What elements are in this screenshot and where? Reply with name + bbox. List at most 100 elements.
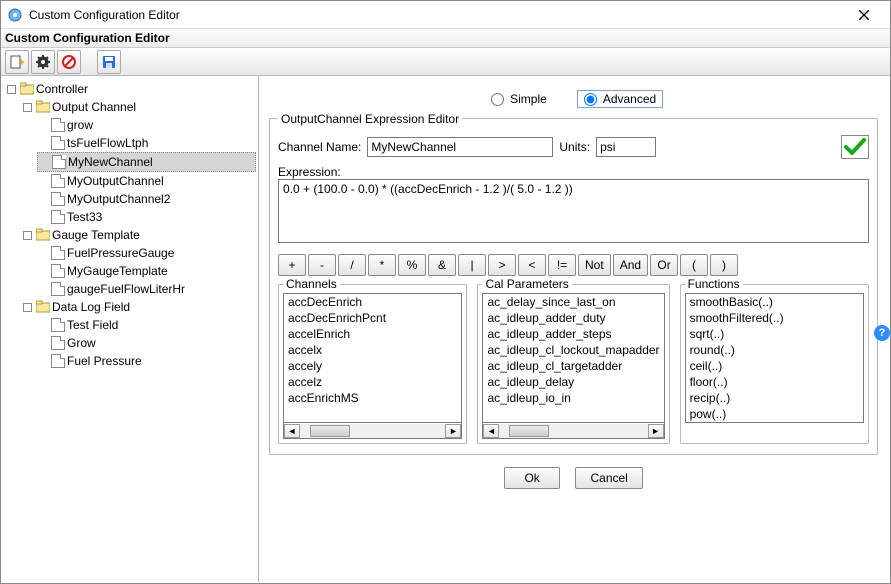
file-icon bbox=[51, 174, 65, 188]
tree-item[interactable]: MyGaugeTemplate bbox=[37, 262, 256, 280]
tree-item[interactable]: Fuel Pressure bbox=[37, 352, 256, 370]
scroll-right-icon[interactable]: ► bbox=[445, 424, 461, 438]
tree-item[interactable]: grow bbox=[37, 116, 256, 134]
tree-item-label: MyNewChannel bbox=[68, 153, 153, 171]
op-button[interactable]: * bbox=[368, 254, 396, 276]
scroll-left-icon[interactable]: ◄ bbox=[483, 424, 499, 438]
list-item[interactable]: ac_idleup_delay bbox=[483, 374, 663, 390]
list-item[interactable]: accEnrichMS bbox=[284, 390, 461, 406]
list-item[interactable]: ac_idleup_adder_steps bbox=[483, 326, 663, 342]
tree-item-label: grow bbox=[67, 116, 93, 134]
list-item[interactable]: accDecEnrichPcnt bbox=[284, 310, 461, 326]
tree-group[interactable]: Output Channel bbox=[21, 98, 256, 116]
tree-item[interactable]: MyNewChannel bbox=[37, 152, 256, 172]
folder-icon bbox=[36, 228, 50, 242]
tree-item[interactable]: Test Field bbox=[37, 316, 256, 334]
list-item[interactable]: pow(..) bbox=[686, 406, 863, 422]
op-button[interactable]: Or bbox=[650, 254, 678, 276]
file-icon bbox=[51, 246, 65, 260]
file-icon bbox=[51, 192, 65, 206]
list-item[interactable]: ac_idleup_cl_lockout_mapadder bbox=[483, 342, 663, 358]
list-item[interactable]: ac_idleup_io_in bbox=[483, 390, 663, 406]
op-button[interactable]: / bbox=[338, 254, 366, 276]
tree-item[interactable]: MyOutputChannel2 bbox=[37, 190, 256, 208]
tree-item-label: Grow bbox=[67, 334, 96, 352]
expression-editor-legend: OutputChannel Expression Editor bbox=[278, 112, 462, 126]
tree-group[interactable]: Data Log Field bbox=[21, 298, 256, 316]
cancel-button[interactable]: Cancel bbox=[575, 467, 642, 489]
tree-item[interactable]: Grow bbox=[37, 334, 256, 352]
save-button[interactable] bbox=[97, 50, 121, 74]
op-button[interactable]: ) bbox=[710, 254, 738, 276]
tree-item[interactable]: gaugeFuelFlowLiterHr bbox=[37, 280, 256, 298]
op-button[interactable]: > bbox=[488, 254, 516, 276]
units-input[interactable] bbox=[596, 137, 656, 157]
cal-params-list[interactable]: ac_delay_since_last_onac_idleup_adder_du… bbox=[482, 293, 664, 423]
tree-item[interactable]: FuelPressureGauge bbox=[37, 244, 256, 262]
file-icon bbox=[51, 354, 65, 368]
op-button[interactable]: != bbox=[548, 254, 576, 276]
functions-list[interactable]: smoothBasic(..)smoothFiltered(..)sqrt(..… bbox=[685, 293, 864, 423]
list-item[interactable]: ac_delay_since_last_on bbox=[483, 294, 663, 310]
calparams-hscroll[interactable]: ◄► bbox=[482, 423, 664, 439]
radio-advanced[interactable]: Advanced bbox=[577, 90, 663, 108]
list-item[interactable]: accelEnrich bbox=[284, 326, 461, 342]
collapse-icon[interactable] bbox=[23, 303, 32, 312]
ok-button[interactable]: Ok bbox=[504, 467, 560, 489]
tree-root[interactable]: Controller bbox=[5, 80, 256, 98]
op-button[interactable]: Not bbox=[578, 254, 611, 276]
op-button[interactable]: ( bbox=[680, 254, 708, 276]
file-icon bbox=[51, 282, 65, 296]
collapse-icon[interactable] bbox=[23, 231, 32, 240]
channel-name-input[interactable] bbox=[367, 137, 553, 157]
scroll-right-icon[interactable]: ► bbox=[648, 424, 664, 438]
new-button[interactable] bbox=[5, 50, 29, 74]
help-icon[interactable]: ? bbox=[874, 325, 890, 341]
collapse-icon[interactable] bbox=[7, 85, 16, 94]
op-button[interactable]: + bbox=[278, 254, 306, 276]
list-item[interactable]: accely bbox=[284, 358, 461, 374]
tree-item[interactable]: Test33 bbox=[37, 208, 256, 226]
list-item[interactable]: sqrt(..) bbox=[686, 326, 863, 342]
tree-group[interactable]: Gauge Template bbox=[21, 226, 256, 244]
radio-simple[interactable]: Simple bbox=[484, 90, 554, 108]
op-button[interactable]: % bbox=[398, 254, 426, 276]
delete-button[interactable] bbox=[57, 50, 81, 74]
editor-panel: Simple Advanced OutputChannel Expression… bbox=[259, 76, 890, 582]
tree-panel: Controller Output ChannelgrowtsFuelFlowL… bbox=[1, 76, 259, 582]
list-item[interactable]: ac_idleup_adder_duty bbox=[483, 310, 663, 326]
list-item[interactable]: accelx bbox=[284, 342, 461, 358]
file-icon bbox=[52, 155, 66, 169]
settings-button[interactable] bbox=[31, 50, 55, 74]
op-button[interactable]: And bbox=[613, 254, 648, 276]
channels-list[interactable]: accDecEnrichaccDecEnrichPcntaccelEnricha… bbox=[283, 293, 462, 423]
file-icon bbox=[51, 336, 65, 350]
channels-legend: Channels bbox=[283, 277, 340, 291]
op-button[interactable]: | bbox=[458, 254, 486, 276]
expression-input[interactable] bbox=[278, 179, 869, 243]
list-item[interactable]: smoothFiltered(..) bbox=[686, 310, 863, 326]
scroll-left-icon[interactable]: ◄ bbox=[284, 424, 300, 438]
list-item[interactable]: floor(..) bbox=[686, 374, 863, 390]
close-button[interactable] bbox=[844, 2, 884, 28]
tree-item-label: MyOutputChannel bbox=[67, 172, 164, 190]
tree-item[interactable]: MyOutputChannel bbox=[37, 172, 256, 190]
channels-hscroll[interactable]: ◄► bbox=[283, 423, 462, 439]
tree-item[interactable]: tsFuelFlowLtph bbox=[37, 134, 256, 152]
tree-group-label: Gauge Template bbox=[52, 226, 140, 244]
list-item[interactable]: ceil(..) bbox=[686, 358, 863, 374]
file-icon bbox=[51, 118, 65, 132]
list-item[interactable]: accelz bbox=[284, 374, 461, 390]
op-button[interactable]: & bbox=[428, 254, 456, 276]
list-item[interactable]: round(..) bbox=[686, 342, 863, 358]
window: Custom Configuration Editor Custom Confi… bbox=[0, 0, 891, 584]
op-button[interactable]: - bbox=[308, 254, 336, 276]
file-icon bbox=[51, 210, 65, 224]
app-icon bbox=[7, 7, 23, 23]
list-item[interactable]: recip(..) bbox=[686, 390, 863, 406]
list-item[interactable]: smoothBasic(..) bbox=[686, 294, 863, 310]
list-item[interactable]: ac_idleup_cl_targetadder bbox=[483, 358, 663, 374]
list-item[interactable]: accDecEnrich bbox=[284, 294, 461, 310]
collapse-icon[interactable] bbox=[23, 103, 32, 112]
op-button[interactable]: < bbox=[518, 254, 546, 276]
